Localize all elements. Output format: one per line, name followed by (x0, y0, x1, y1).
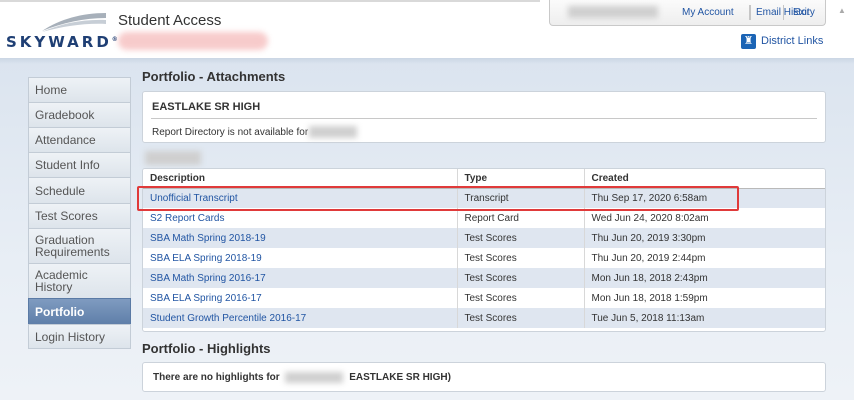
no-highlights-message: There are no highlights for EASTLAKE SR … (153, 372, 451, 384)
account-bar: My Account Email History (549, 0, 826, 26)
sidebar-item-portfolio[interactable]: Portfolio (28, 298, 131, 324)
redacted-student (285, 372, 344, 383)
skyward-logo: SKYWARD® (6, 33, 118, 51)
school-panel: EASTLAKE SR HIGH Report Directory is not… (142, 91, 826, 143)
table-row: S2 Report Cards Report Card Wed Jun 24, … (143, 208, 825, 228)
sidebar-item-login-history[interactable]: Login History (28, 324, 131, 349)
attachment-type: Test Scores (456, 288, 584, 308)
attachment-type: Test Scores (456, 268, 584, 288)
attachment-created: Wed Jun 24, 2020 8:02am (583, 208, 825, 228)
sidebar-item-graduation-requirements[interactable]: Graduation Requirements (28, 228, 131, 263)
table-row: SBA ELA Spring 2016-17 Test Scores Mon J… (143, 288, 825, 308)
district-building-icon: ♜ (741, 34, 756, 49)
table-row: Student Growth Percentile 2016-17 Test S… (143, 308, 825, 328)
highlights-title: Portfolio - Highlights (142, 341, 271, 356)
attachment-type: Test Scores (456, 308, 584, 328)
attachment-link[interactable]: SBA ELA Spring 2018-19 (143, 248, 457, 268)
sidebar-item-gradebook[interactable]: Gradebook (28, 102, 131, 127)
highlights-panel: There are no highlights for EASTLAKE SR … (142, 362, 826, 392)
attachment-created: Thu Jun 20, 2019 2:44pm (583, 248, 825, 268)
table-row: SBA Math Spring 2016-17 Test Scores Mon … (143, 268, 825, 288)
separator (750, 5, 751, 20)
attachment-type: Report Card (456, 208, 584, 228)
attachment-link[interactable]: Student Growth Percentile 2016-17 (143, 308, 457, 328)
attachment-created: Mon Jun 18, 2018 2:43pm (583, 268, 825, 288)
table-row: SBA ELA Spring 2018-19 Test Scores Thu J… (143, 248, 825, 268)
sidebar-item-student-info[interactable]: Student Info (28, 152, 131, 177)
sidebar-item-test-scores[interactable]: Test Scores (28, 203, 131, 228)
skyward-swoosh-icon (42, 13, 106, 32)
redacted-heading (145, 151, 201, 165)
sidebar-item-attendance[interactable]: Attendance (28, 127, 131, 152)
sidebar-nav: Home Gradebook Attendance Student Info S… (28, 77, 131, 349)
attachment-type: Test Scores (456, 248, 584, 268)
redacted-student-name (118, 32, 268, 50)
sidebar-item-academic-history[interactable]: Academic History (28, 263, 131, 298)
attachment-created: Thu Jun 20, 2019 3:30pm (583, 228, 825, 248)
attachment-created: Mon Jun 18, 2018 1:59pm (583, 288, 825, 308)
school-name: EASTLAKE SR HIGH (152, 101, 261, 113)
top-rule (0, 0, 540, 2)
table-row: SBA Math Spring 2018-19 Test Scores Thu … (143, 228, 825, 248)
redacted-user (568, 6, 658, 18)
attachment-link[interactable]: SBA Math Spring 2016-17 (143, 268, 457, 288)
district-links-label: District Links (761, 35, 824, 47)
redacted-student (309, 126, 357, 138)
separator (783, 5, 784, 20)
my-account-link[interactable]: My Account (682, 7, 734, 18)
attachments-title: Portfolio - Attachments (142, 69, 286, 84)
page-header: SKYWARD® Student Access My Account Email… (0, 0, 854, 58)
scroll-up-icon[interactable]: ▲ (838, 6, 846, 15)
attachment-link[interactable]: S2 Report Cards (143, 208, 457, 228)
attachment-link[interactable]: SBA Math Spring 2018-19 (143, 228, 457, 248)
attachment-link[interactable]: SBA ELA Spring 2016-17 (143, 288, 457, 308)
sidebar-item-schedule[interactable]: Schedule (28, 177, 131, 203)
sidebar-item-home[interactable]: Home (28, 77, 131, 102)
exit-link[interactable]: Exit (793, 7, 810, 18)
report-directory-message: Report Directory is not available for (152, 127, 309, 138)
highlight-outline (137, 186, 739, 211)
attachment-type: Test Scores (456, 228, 584, 248)
app-title: Student Access (118, 12, 222, 29)
attachment-created: Tue Jun 5, 2018 11:13am (583, 308, 825, 328)
